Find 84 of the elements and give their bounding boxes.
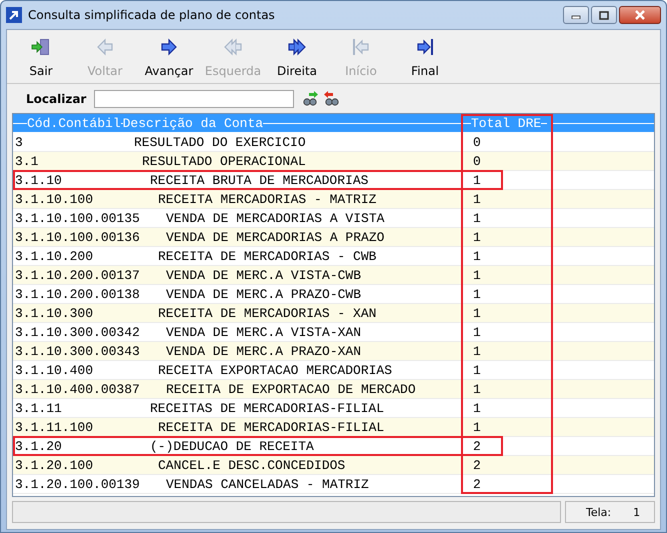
table-cell-text: 1 xyxy=(472,248,482,264)
table-cell: 3.1.10.400 xyxy=(15,362,94,378)
maximize-button[interactable] xyxy=(591,6,617,24)
table-cell: 3.1.20.100.00139 xyxy=(15,476,140,492)
maximize-icon xyxy=(599,10,609,20)
table-cell: (-)DEDUCAO DE RECEITA xyxy=(150,438,314,454)
table-cell-text: 1 xyxy=(472,306,482,320)
search-label: Localizar xyxy=(26,92,86,106)
binoculars-icon[interactable] xyxy=(302,91,318,107)
table-cell: VENDAS CANCELADAS - MATRIZ xyxy=(166,476,369,492)
table-cell: RECEITA DE EXPORTACAO DE MERCADO xyxy=(166,382,416,396)
table-cell-text: 1 xyxy=(472,420,482,434)
table-cell: 3 xyxy=(15,134,23,150)
table-cell: RECEITA DE MERCADORIAS - XAN xyxy=(158,306,376,320)
first-arrow-icon xyxy=(351,37,371,57)
close-icon xyxy=(634,10,646,20)
table-cell: 3.1.10.100 xyxy=(15,192,94,206)
column-header: Descrição da Conta xyxy=(122,116,264,130)
table-cell-text: 1 xyxy=(472,344,482,358)
app-icon xyxy=(6,7,22,23)
table-cell-text: 1 xyxy=(472,268,482,282)
table-cell: RECEITAS DE MERCADORIAS-FILIAL xyxy=(150,400,384,416)
table-cell: 3.1.10.100.00135 xyxy=(15,210,140,226)
table-cell: 3.1.11 xyxy=(15,400,62,416)
table-cell: 3.1.10.100.00136 xyxy=(15,230,140,244)
table-cell: VENDA DE MERCADORIAS A VISTA xyxy=(166,210,384,226)
table-cell: CANCEL.E DESC.CONCEDIDOS xyxy=(158,458,346,472)
table-cell: 3.1 xyxy=(15,154,38,168)
table-cell: 3.1.10 xyxy=(15,172,62,188)
table-cell: VENDA DE MERC.A VISTA-CWB xyxy=(166,268,362,282)
table-cell: RECEITA MERCADORIAS - MATRIZ xyxy=(158,192,376,206)
table-cell: RECEITA DE MERCADORIAS - CWB xyxy=(158,248,376,264)
toolbar-button[interactable]: Direita xyxy=(265,35,329,79)
toolbar-button[interactable]: Sair xyxy=(9,35,73,79)
table-cell: RESULTADO DO EXERCICIO xyxy=(134,134,306,150)
column-header: Total DRE xyxy=(471,116,542,130)
table-cell-text: 1 xyxy=(472,172,482,188)
table-cell: 3.1.10.300 xyxy=(15,306,94,320)
table-cell: RESULTADO OPERACIONAL xyxy=(142,154,306,168)
binoculars-icon[interactable] xyxy=(324,91,340,107)
double-left-arrow-icon xyxy=(223,37,243,57)
table-cell-text: 0 xyxy=(472,134,482,150)
table-cell-text: 2 xyxy=(472,458,482,472)
close-button[interactable] xyxy=(619,6,661,24)
table-cell: 3.1.20.100 xyxy=(15,458,94,472)
table-cell-text: 2 xyxy=(472,476,482,492)
table-cell-text: 1 xyxy=(472,362,482,378)
table-cell-text: 1 xyxy=(472,210,482,226)
table-cell-text: 0 xyxy=(472,154,482,168)
table-cell: 3.1.10.300.00343 xyxy=(15,344,140,358)
table-cell: VENDA DE MERC.A VISTA-XAN xyxy=(166,324,362,340)
table-cell: RECEITA DE MERCADORIAS-FILIAL xyxy=(158,420,384,434)
table-cell: VENDA DE MERCADORIAS A PRAZO xyxy=(166,230,384,244)
toolbar-button[interactable]: Avançar xyxy=(137,35,201,79)
table-cell-text: 1 xyxy=(472,324,482,340)
table-cell: 3.1.10.200.00137 xyxy=(15,268,140,282)
table-cell-text: 1 xyxy=(472,286,482,302)
left-arrow-icon xyxy=(95,37,115,57)
table-cell: RECEITA BRUTA DE MERCADORIAS xyxy=(150,172,368,188)
last-arrow-icon xyxy=(415,37,435,57)
table-cell-text: 1 xyxy=(472,382,482,396)
table-cell: 3.1.20 xyxy=(15,438,62,454)
table-cell: 3.1.10.200 xyxy=(15,248,94,264)
window-title: Consulta simplificada de plano de contas xyxy=(28,8,276,22)
double-right-arrow-icon xyxy=(287,37,307,57)
table-cell: VENDA DE MERC.A PRAZO-XAN xyxy=(166,344,362,358)
table-cell-text: 1 xyxy=(472,400,482,416)
column-header: Cód.Contábil xyxy=(27,116,121,130)
table-cell: VENDA DE MERC.A PRAZO-CWB xyxy=(166,286,362,302)
search-field[interactable] xyxy=(94,90,294,108)
table-cell: 3.1.10.400.00387 xyxy=(15,382,140,396)
table-cell: 3.1.10.300.00342 xyxy=(15,324,140,340)
toolbar-button[interactable]: Final xyxy=(393,35,457,79)
table-cell: 3.1.10.200.00138 xyxy=(15,286,140,302)
table-cell-text: 2 xyxy=(472,438,482,454)
status-value: 1 xyxy=(633,506,640,518)
table-cell-text: 1 xyxy=(472,192,482,206)
right-arrow-icon xyxy=(159,37,179,57)
table-cell: RECEITA EXPORTACAO MERCADORIAS xyxy=(158,362,392,378)
minimize-button[interactable] xyxy=(563,6,589,24)
door-icon xyxy=(31,37,51,57)
table-cell: 3.1.11.100 xyxy=(15,420,94,434)
table-cell-text: 1 xyxy=(472,230,482,244)
status-label: Tela: xyxy=(586,506,612,518)
